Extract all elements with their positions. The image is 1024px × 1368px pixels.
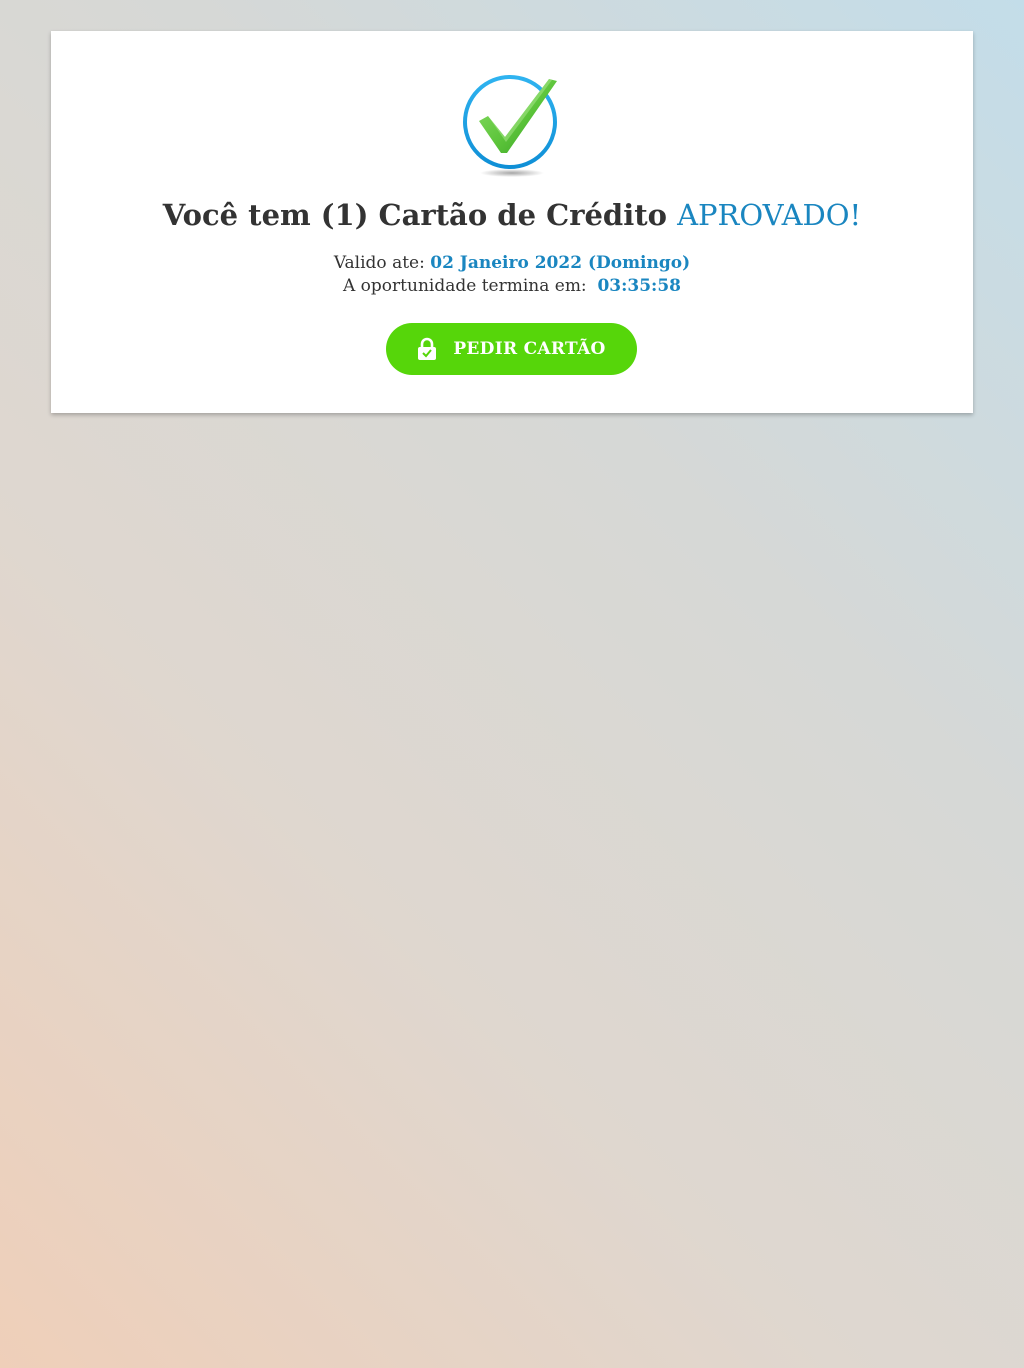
valid-until-date: 02 Janeiro 2022 (Domingo) bbox=[430, 253, 691, 273]
lock-icon bbox=[417, 337, 437, 361]
valid-until-label: Valido ate: bbox=[333, 253, 431, 273]
checkmark-circle-icon bbox=[457, 71, 567, 181]
countdown-label: A oportunidade termina em: bbox=[343, 276, 598, 296]
countdown-timer: 03:35:58 bbox=[597, 276, 681, 296]
valid-until-line: Valido ate: 02 Janeiro 2022 (Domingo) bbox=[51, 252, 973, 274]
headline-text: Você tem (1) Cartão de Crédito bbox=[162, 198, 678, 232]
approved-highlight: APROVADO! bbox=[677, 198, 862, 232]
approval-headline: Você tem (1) Cartão de Crédito APROVADO! bbox=[51, 195, 973, 235]
approval-card: Você tem (1) Cartão de Crédito APROVADO!… bbox=[51, 31, 973, 413]
countdown-line: A oportunidade termina em: 03:35:58 bbox=[51, 275, 973, 297]
request-card-button[interactable]: PEDIR CARTÃO bbox=[386, 323, 637, 375]
request-card-label: PEDIR CARTÃO bbox=[453, 339, 606, 359]
